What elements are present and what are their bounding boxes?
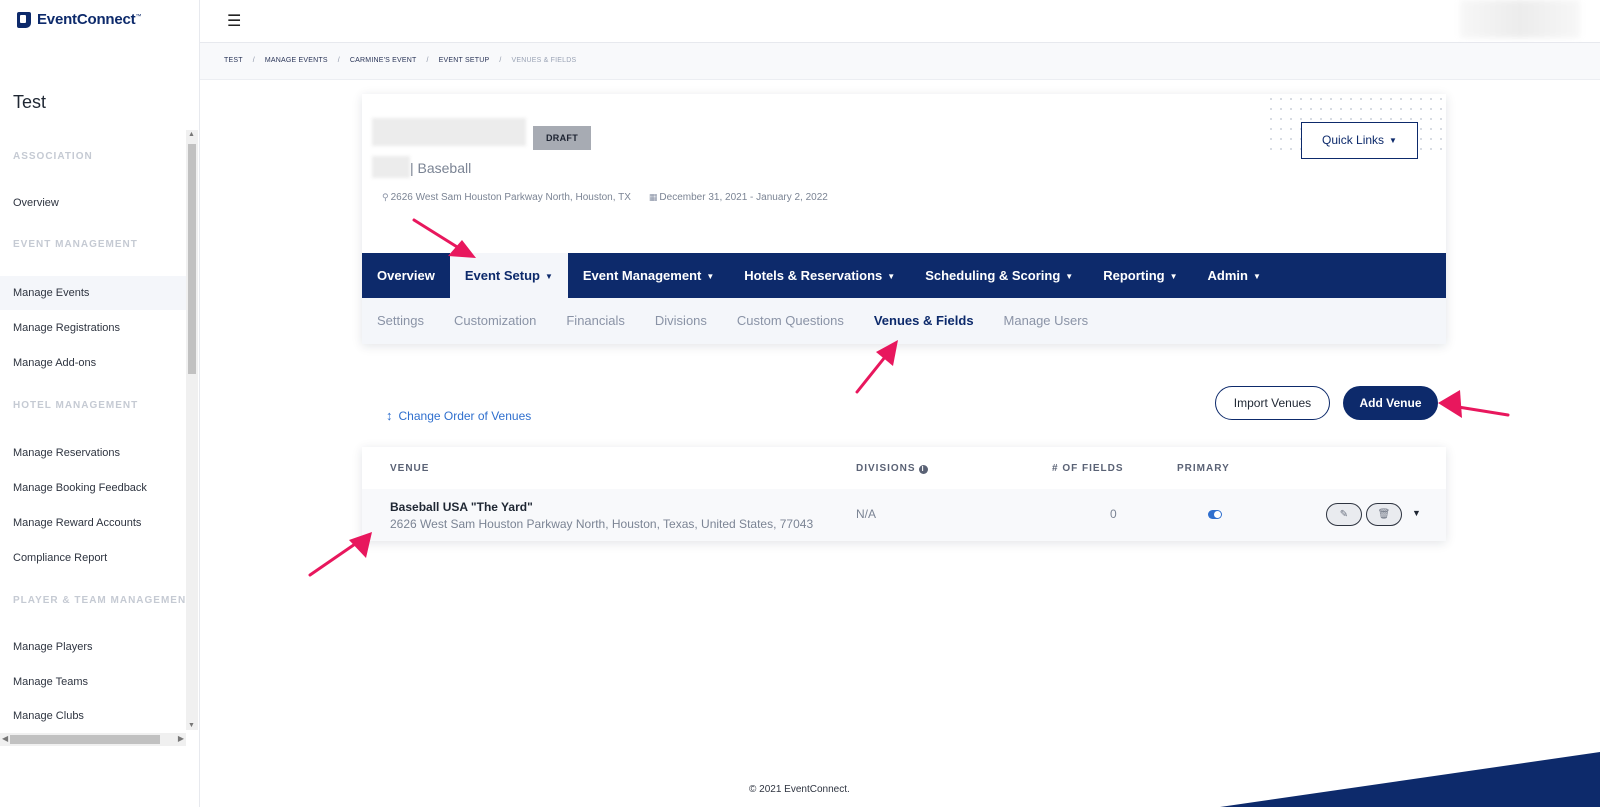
annotation-arrow-venues-fields bbox=[855, 340, 898, 394]
annotation-arrow-venue-row bbox=[308, 532, 372, 577]
annotation-arrow-event-setup bbox=[412, 218, 476, 258]
annotation-arrow-add-venue bbox=[1438, 390, 1510, 418]
annotation-arrows bbox=[308, 218, 1510, 577]
